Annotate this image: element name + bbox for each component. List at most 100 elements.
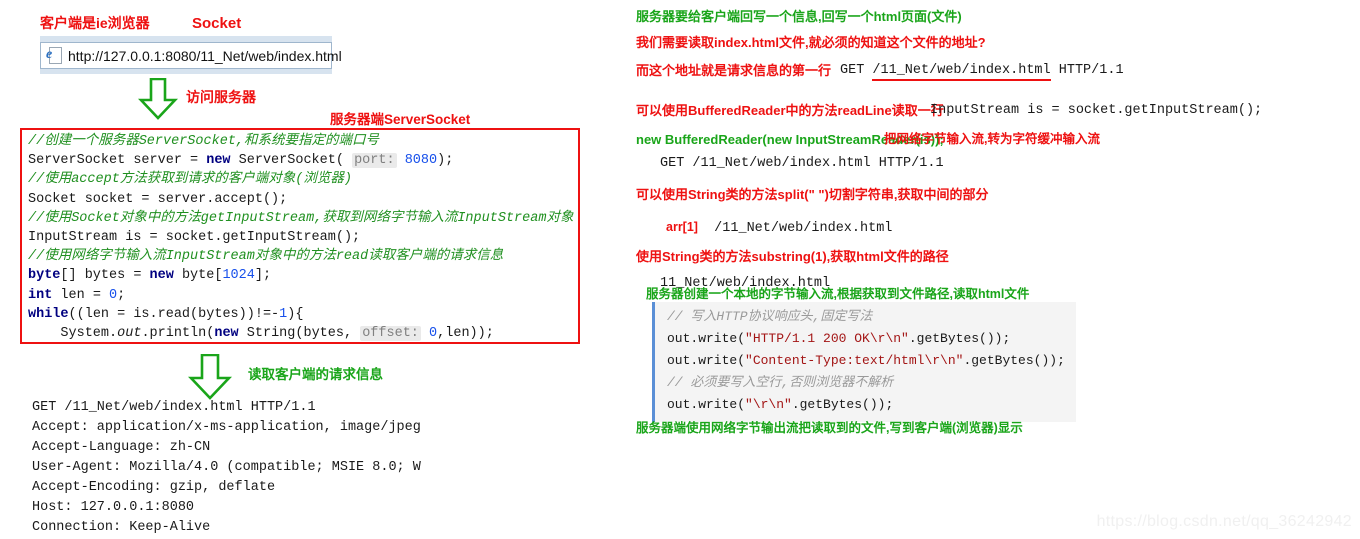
code-line: //创建一个服务器ServerSocket,和系统要指定的端口号: [28, 132, 578, 151]
code-text: ];: [254, 268, 272, 284]
code-comment: // 写入HTTP协议响应头,固定写法: [667, 309, 873, 324]
code-text: ServerSocket(: [230, 153, 344, 169]
label-read-client-request: 读取客户端的请求信息: [248, 367, 383, 382]
request-path-underlined: /11_Net/web/index.html: [872, 63, 1051, 81]
code-text: [] bytes =: [60, 268, 150, 284]
code-text: .getBytes());: [963, 353, 1065, 368]
code-keyword: new: [206, 153, 231, 169]
code-line: System.out.println(new String(bytes, off…: [28, 324, 578, 342]
code-line: //使用accept方法获取到请求的客户端对象(浏览器): [28, 170, 578, 189]
note-bufferedreader-readline: 可以使用BufferedReader中的方法readLine读取一行: [636, 103, 944, 118]
code-line: //使用网络字节输入流InputStream对象中的方法read读取客户端的请求…: [28, 247, 578, 266]
code-line: // 写入HTTP协议响应头,固定写法: [667, 306, 1076, 328]
note-convert-stream: 把网络字节输入流,转为字符缓冲输入流: [884, 132, 1100, 146]
request-line: Accept: application/x-ms-application, im…: [32, 420, 421, 435]
request-first-line-plain: GET /11_Net/web/index.html HTTP/1.1: [660, 156, 944, 171]
code-keyword: byte: [28, 268, 61, 284]
code-line: out.write("Content-Type:text/html\r\n".g…: [667, 350, 1076, 372]
label-access-server: 访问服务器: [186, 89, 256, 105]
browser-bar-bottom-strip: [40, 69, 332, 74]
code-line: ServerSocket server = new ServerSocket( …: [28, 151, 578, 170]
code-line: byte[] bytes = new byte[1024];: [28, 266, 578, 285]
code-string: "Content-Type:text/html\r\n": [745, 353, 964, 368]
code-comment: //使用Socket对象中的方法getInputStream,获取到网络字节输入…: [28, 210, 574, 226]
request-line: Connection: Keep-Alive: [32, 520, 211, 535]
code-field: out: [117, 326, 142, 342]
note-server-local-input-stream: 服务器创建一个本地的字节输入流,根据获取到文件路径,读取html文件: [646, 287, 1030, 301]
code-text: ServerSocket server =: [28, 153, 207, 169]
code-line: //使用Socket对象中的方法getInputStream,获取到网络字节输入…: [28, 209, 578, 228]
down-arrow-access-server-icon: [138, 78, 178, 120]
arr-index-path: /11_Net/web/index.html: [714, 221, 893, 236]
code-comment: //创建一个服务器ServerSocket,和系统要指定的端口号: [28, 134, 380, 149]
code-keyword: while: [28, 306, 69, 322]
code-number: 8080: [404, 153, 438, 169]
code-line: while((len = is.read(bytes))!=-1){: [28, 305, 578, 324]
http-request-listing: GET /11_Net/web/index.html HTTP/1.1 Acce…: [32, 398, 421, 538]
code-text: len =: [52, 287, 110, 303]
code-text: ;: [117, 287, 126, 303]
code-text: out.write(: [667, 397, 746, 412]
code-number: 0: [429, 326, 438, 342]
code-line: out.write("\r\n".getBytes());: [667, 394, 1076, 416]
code-line: out.write("HTTP/1.1 200 OK\r\n".getBytes…: [667, 328, 1076, 350]
code-comment: // 必须要写入空行,否则浏览器不解析: [667, 375, 894, 390]
code-keyword: new: [149, 268, 174, 284]
request-version: HTTP/1.1: [1050, 63, 1124, 78]
code-text: System.: [28, 326, 118, 342]
code-line: InputStream is = socket.getInputStream()…: [28, 230, 361, 246]
code-text: ){: [287, 306, 304, 322]
code-text: .getBytes());: [908, 331, 1011, 346]
code-get-input-stream: InputStream is = socket.getInputStream()…: [930, 103, 1263, 118]
request-line: Accept-Encoding: gzip, deflate: [32, 480, 276, 495]
code-param-hint: port:: [352, 153, 397, 169]
code-keyword: new: [214, 326, 239, 342]
code-line: }: [28, 343, 578, 344]
code-text: out.write(: [667, 331, 746, 346]
code-param-hint: offset:: [360, 326, 421, 342]
code-text: byte[: [173, 268, 223, 284]
label-client-is-ie: 客户端是ie浏览器: [40, 15, 150, 31]
request-line: Accept-Language: zh-CN: [32, 440, 211, 455]
note-write-to-client: 服务器端使用网络字节输出流把读取到的文件,写到客户端(浏览器)显示: [636, 421, 1023, 435]
note-string-substring: 使用String类的方法substring(1),获取html文件的路径: [636, 249, 949, 264]
ie-browser-icon: e: [46, 47, 63, 64]
code-comment: //使用网络字节输入流InputStream对象中的方法read读取客户端的请求…: [28, 249, 504, 265]
request-line: User-Agent: Mozilla/4.0 (compatible; MSI…: [32, 460, 421, 475]
csdn-watermark: https://blog.csdn.net/qq_36242942: [1096, 513, 1352, 530]
note-need-file-address: 我们需要读取index.html文件,就必须的知道这个文件的地址?: [636, 35, 986, 50]
note-address-is-first-line: 而这个地址就是请求信息的第一行: [636, 63, 832, 78]
code-text: ((len = is.read(bytes))!=-: [68, 306, 280, 322]
down-arrow-read-request-icon: [188, 354, 232, 400]
browser-address-bar[interactable]: e http://127.0.0.1:8080/11_Net/web/index…: [40, 42, 342, 69]
response-code-block: // 写入HTTP协议响应头,固定写法 out.write("HTTP/1.1 …: [652, 302, 1076, 422]
code-text: ,len));: [437, 326, 494, 342]
code-string: "\r\n": [745, 397, 792, 412]
arr-index-value: [698, 221, 714, 236]
code-number: 0: [109, 287, 118, 303]
arr-index-label: arr[1]: [666, 220, 698, 234]
browser-url-text: http://127.0.0.1:8080/11_Net/web/index.h…: [68, 47, 342, 64]
request-first-line: GET /11_Net/web/index.html HTTP/1.1: [840, 63, 1124, 81]
server-java-code-block: //创建一个服务器ServerSocket,和系统要指定的端口号 ServerS…: [20, 128, 580, 344]
code-string: "HTTP/1.1 200 OK\r\n": [745, 331, 909, 346]
code-text: );: [437, 153, 454, 169]
code-number: 1024: [222, 268, 255, 284]
code-keyword: int: [28, 287, 53, 303]
request-line: GET /11_Net/web/index.html HTTP/1.1: [32, 400, 316, 415]
code-line: // 必须要写入空行,否则浏览器不解析: [667, 372, 1076, 394]
code-text: out.write(: [667, 353, 746, 368]
request-method: GET: [840, 63, 873, 78]
code-line: Socket socket = server.accept();: [28, 191, 288, 207]
code-text: .getBytes());: [791, 397, 894, 412]
label-server-serversocket: 服务器端ServerSocket: [330, 112, 471, 127]
code-text: String(bytes,: [238, 326, 361, 342]
request-line: Host: 127.0.0.1:8080: [32, 500, 195, 515]
note-string-split: 可以使用String类的方法split(" ")切割字符串,获取中间的部分: [636, 187, 989, 202]
label-socket: Socket: [192, 15, 242, 32]
code-line: int len = 0;: [28, 286, 578, 305]
arr-index-result: arr[1] /11_Net/web/index.html: [666, 220, 893, 236]
note-server-writes-back: 服务器要给客户端回写一个信息,回写一个html页面(文件): [636, 9, 962, 24]
code-comment: //使用accept方法获取到请求的客户端对象(浏览器): [28, 172, 353, 188]
code-text: .println(: [141, 326, 215, 342]
